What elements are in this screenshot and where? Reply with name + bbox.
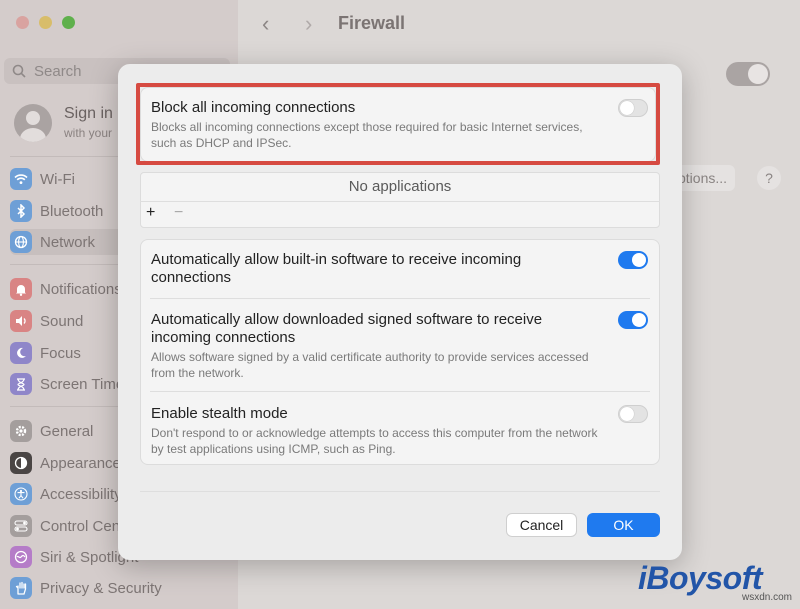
firewall-toggle[interactable] <box>726 62 770 86</box>
siri-icon <box>10 546 32 568</box>
globe-icon <box>10 231 32 253</box>
stealth-mode-description: Don't respond to or acknowledge attempts… <box>151 426 598 456</box>
auto-signed-title: Automatically allow downloaded signed so… <box>151 311 543 346</box>
sidebar-item-label: Screen Time <box>40 375 125 393</box>
block-all-description: Blocks all incoming connections except t… <box>151 120 583 150</box>
add-app-button[interactable]: + <box>146 204 155 222</box>
zoom-window-button[interactable] <box>62 16 75 29</box>
sidebar-item-label: Accessibility <box>40 485 122 503</box>
sidebar-item-label: Notifications <box>40 280 122 298</box>
stealth-mode-toggle[interactable] <box>618 405 648 423</box>
ok-button[interactable]: OK <box>587 513 660 537</box>
row-divider <box>150 391 650 392</box>
no-applications-label: No applications <box>348 178 452 195</box>
appearance-icon <box>10 452 32 474</box>
signin-subtitle: with your <box>64 126 113 140</box>
forward-button[interactable]: › <box>305 11 312 37</box>
accessibility-icon <box>10 483 32 505</box>
sidebar-item-label: Sound <box>40 312 84 330</box>
block-all-toggle[interactable] <box>618 99 648 117</box>
site-watermark: wsxdn.com <box>742 592 793 603</box>
cancel-button[interactable]: Cancel <box>506 513 577 537</box>
sidebar-item-label: Network <box>40 233 96 251</box>
speaker-icon <box>10 310 32 332</box>
auto-builtin-title: Automatically allow built-in software to… <box>151 251 522 286</box>
control-center-icon <box>10 515 32 537</box>
close-window-button[interactable] <box>16 16 29 29</box>
wifi-icon <box>10 168 32 190</box>
gear-icon <box>10 420 32 442</box>
stealth-mode-title: Enable stealth mode <box>151 405 288 422</box>
moon-icon <box>10 342 32 364</box>
remove-app-button[interactable]: − <box>174 204 183 222</box>
search-icon <box>12 64 26 78</box>
hand-icon <box>10 577 32 599</box>
sidebar-item-label: Privacy & Security <box>40 579 162 597</box>
auto-signed-toggle[interactable] <box>618 311 648 329</box>
page-title: Firewall <box>338 13 406 33</box>
minimize-window-button[interactable] <box>39 16 52 29</box>
sidebar-item-label: General <box>40 422 94 440</box>
sidebar-item-label: Focus <box>40 344 81 362</box>
sidebar-item-label: Bluetooth <box>40 202 104 220</box>
bluetooth-icon <box>10 200 32 222</box>
block-all-title: Block all incoming connections <box>151 99 356 116</box>
window-controls <box>16 16 75 29</box>
row-divider <box>150 298 650 299</box>
hourglass-icon <box>10 373 32 395</box>
list-divider <box>140 201 660 202</box>
bell-icon <box>10 278 32 300</box>
avatar[interactable] <box>14 104 52 142</box>
auto-builtin-toggle[interactable] <box>618 251 648 269</box>
help-button[interactable]: ? <box>757 166 781 190</box>
back-button[interactable]: ‹ <box>262 11 269 37</box>
footer-divider <box>140 491 660 492</box>
search-placeholder: Search <box>34 62 82 80</box>
sidebar-item-label: Wi-Fi <box>40 170 75 188</box>
sidebar-item-privacy-security[interactable]: Privacy & Security <box>10 575 234 601</box>
sidebar-item-label: Appearance <box>40 454 121 472</box>
signin-title[interactable]: Sign in <box>64 105 113 123</box>
auto-signed-description: Allows software signed by a valid certif… <box>151 350 589 380</box>
